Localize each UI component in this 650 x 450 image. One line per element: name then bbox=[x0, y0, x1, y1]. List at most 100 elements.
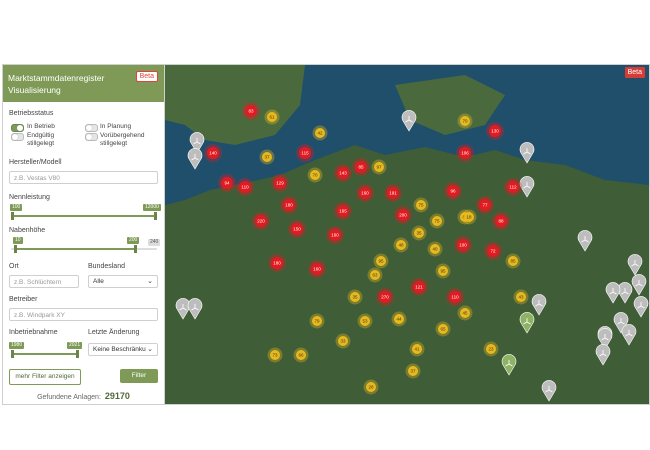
hersteller-input[interactable]: z.B. Vestas V80 bbox=[9, 171, 158, 184]
toggle-voruebergehend-stillgelegt[interactable] bbox=[85, 133, 98, 141]
cluster-count: 35 bbox=[416, 231, 422, 236]
inbetriebnahme-max-value: 2021 bbox=[67, 342, 83, 349]
cluster-marker[interactable]: 35 bbox=[347, 289, 363, 305]
cluster-marker[interactable]: 66 bbox=[293, 347, 309, 363]
cluster-marker[interactable]: 140 bbox=[204, 144, 222, 162]
nennleistung-slider[interactable]: 100 12000 bbox=[10, 204, 161, 220]
cluster-marker[interactable]: 33 bbox=[335, 333, 351, 349]
toggle-in-betrieb[interactable] bbox=[11, 124, 24, 132]
toggle-in-planung[interactable] bbox=[85, 124, 98, 132]
cluster-marker[interactable]: 65 bbox=[435, 321, 451, 337]
cluster-marker[interactable]: 40 bbox=[427, 241, 443, 257]
cluster-marker[interactable]: 165 bbox=[334, 202, 352, 220]
cluster-marker[interactable]: 70 bbox=[307, 167, 323, 183]
filter-button[interactable]: Filter bbox=[120, 369, 158, 383]
map-canvas[interactable]: 83 61 70 130 140 37 42 115 143 160 191 75 96 77 112 106… bbox=[165, 65, 649, 404]
cluster-marker[interactable]: 79 bbox=[309, 313, 325, 329]
map-beta-badge: Beta bbox=[624, 67, 645, 78]
found-count: 29170 bbox=[104, 391, 130, 401]
toggle-endgueltig-stillgelegt[interactable] bbox=[11, 133, 24, 141]
cluster-marker[interactable]: 129 bbox=[271, 174, 289, 192]
nabenhoehe-label: Nabenhöhe bbox=[9, 227, 46, 234]
cluster-marker[interactable]: 37 bbox=[405, 363, 421, 379]
cluster-marker[interactable]: 160 bbox=[326, 226, 344, 244]
cluster-marker[interactable]: 130 bbox=[486, 122, 504, 140]
nabenhoehe-slider[interactable]: 10 200 240 bbox=[11, 237, 161, 253]
cluster-marker[interactable]: 100 bbox=[454, 236, 472, 254]
cluster-count: 85 bbox=[510, 259, 516, 264]
cluster-marker[interactable]: 95 bbox=[373, 253, 389, 269]
cluster-marker[interactable]: 180 bbox=[280, 196, 298, 214]
cluster-marker[interactable]: 43 bbox=[513, 289, 529, 305]
letzte-aenderung-select[interactable]: Keine Beschränkung ⌄ bbox=[88, 343, 158, 356]
cluster-marker[interactable]: 85 bbox=[505, 253, 521, 269]
more-filters-button[interactable]: mehr Filter anzeigen bbox=[9, 369, 81, 385]
cluster-marker[interactable]: 200 bbox=[394, 206, 412, 224]
inbetriebnahme-slider[interactable]: 1980 2021 bbox=[9, 342, 83, 358]
nennleistung-min-handle[interactable] bbox=[11, 212, 14, 220]
cluster-marker[interactable]: 63 bbox=[367, 267, 383, 283]
cluster-marker[interactable]: 75 bbox=[413, 197, 429, 213]
app-window: Marktstammdatenregister Visualisierung B… bbox=[2, 64, 650, 405]
toggle-voruebergehend-label: Vorübergehend stillgelegt bbox=[100, 132, 145, 147]
cluster-marker[interactable]: 61 bbox=[264, 109, 280, 125]
nabenhoehe-max-handle[interactable] bbox=[134, 245, 137, 253]
cluster-marker[interactable]: 37 bbox=[259, 149, 275, 165]
cluster-count: 53 bbox=[362, 319, 368, 324]
cluster-marker[interactable]: 160 bbox=[356, 184, 374, 202]
cluster-marker[interactable]: 106 bbox=[456, 144, 474, 162]
cluster-marker[interactable]: 75 bbox=[429, 213, 445, 229]
cluster-marker[interactable]: 44 bbox=[391, 311, 407, 327]
cluster-marker[interactable]: 180 bbox=[268, 254, 286, 272]
cluster-marker[interactable]: 45 bbox=[457, 305, 473, 321]
nennleistung-max-handle[interactable] bbox=[154, 212, 157, 220]
inbetriebnahme-max-handle[interactable] bbox=[76, 350, 79, 358]
map-view[interactable]: 83 61 70 130 140 37 42 115 143 160 191 75 96 77 112 106… bbox=[165, 65, 649, 404]
cluster-count: 220 bbox=[257, 219, 265, 224]
cluster-marker[interactable]: 95 bbox=[435, 263, 451, 279]
cluster-marker[interactable]: 220 bbox=[252, 212, 270, 230]
betreiber-input[interactable]: z.B. Windpark XY bbox=[9, 308, 158, 321]
cluster-marker[interactable]: 41 bbox=[409, 341, 425, 357]
nabenhoehe-min-handle[interactable] bbox=[14, 245, 17, 253]
cluster-marker[interactable]: 73 bbox=[267, 347, 283, 363]
cluster-marker[interactable]: 110 bbox=[236, 178, 254, 196]
cluster-marker[interactable]: 77 bbox=[476, 196, 494, 214]
cluster-marker[interactable]: 110 bbox=[446, 288, 464, 306]
ort-input[interactable]: z.B. Schlüchtern bbox=[9, 275, 79, 288]
cluster-marker[interactable]: 96 bbox=[444, 182, 462, 200]
bundesland-select[interactable]: Alle ⌄ bbox=[88, 275, 158, 288]
cluster-marker[interactable]: 270 bbox=[376, 288, 394, 306]
cluster-marker[interactable]: 97 bbox=[371, 159, 387, 175]
cluster-marker[interactable]: 150 bbox=[288, 220, 306, 238]
cluster-marker[interactable]: 83 bbox=[242, 102, 260, 120]
cluster-marker[interactable]: 121 bbox=[410, 278, 428, 296]
cluster-marker[interactable]: 115 bbox=[296, 144, 314, 162]
nabenhoehe-min-value: 10 bbox=[13, 237, 23, 244]
cluster-marker[interactable]: 35 bbox=[411, 225, 427, 241]
cluster-count: 37 bbox=[410, 369, 416, 374]
cluster-marker[interactable]: 28 bbox=[363, 379, 379, 395]
cluster-count: 94 bbox=[224, 181, 230, 186]
cluster-marker[interactable]: 70 bbox=[457, 113, 473, 129]
cluster-marker[interactable]: 85 bbox=[352, 158, 370, 176]
cluster-count: 85 bbox=[358, 165, 364, 170]
cluster-marker[interactable]: 23 bbox=[483, 341, 499, 357]
cluster-marker[interactable]: 88 bbox=[492, 212, 510, 230]
cluster-marker[interactable]: 48 bbox=[393, 237, 409, 253]
cluster-count: 88 bbox=[498, 219, 504, 224]
cluster-marker[interactable]: 160 bbox=[308, 260, 326, 278]
cluster-count: 73 bbox=[272, 353, 278, 358]
cluster-marker[interactable]: 191 bbox=[384, 184, 402, 202]
cluster-marker[interactable]: 112 bbox=[504, 178, 522, 196]
cluster-marker[interactable]: 18 bbox=[461, 209, 477, 225]
inbetriebnahme-min-handle[interactable] bbox=[11, 350, 14, 358]
cluster-marker[interactable]: 53 bbox=[357, 313, 373, 329]
cluster-count: 160 bbox=[331, 233, 339, 238]
cluster-count: 75 bbox=[418, 203, 424, 208]
cluster-marker[interactable]: 94 bbox=[218, 174, 236, 192]
inbetriebnahme-label: Inbetriebnahme bbox=[9, 329, 58, 336]
cluster-marker[interactable]: 72 bbox=[484, 242, 502, 260]
cluster-marker[interactable]: 143 bbox=[334, 164, 352, 182]
cluster-marker[interactable]: 42 bbox=[312, 125, 328, 141]
